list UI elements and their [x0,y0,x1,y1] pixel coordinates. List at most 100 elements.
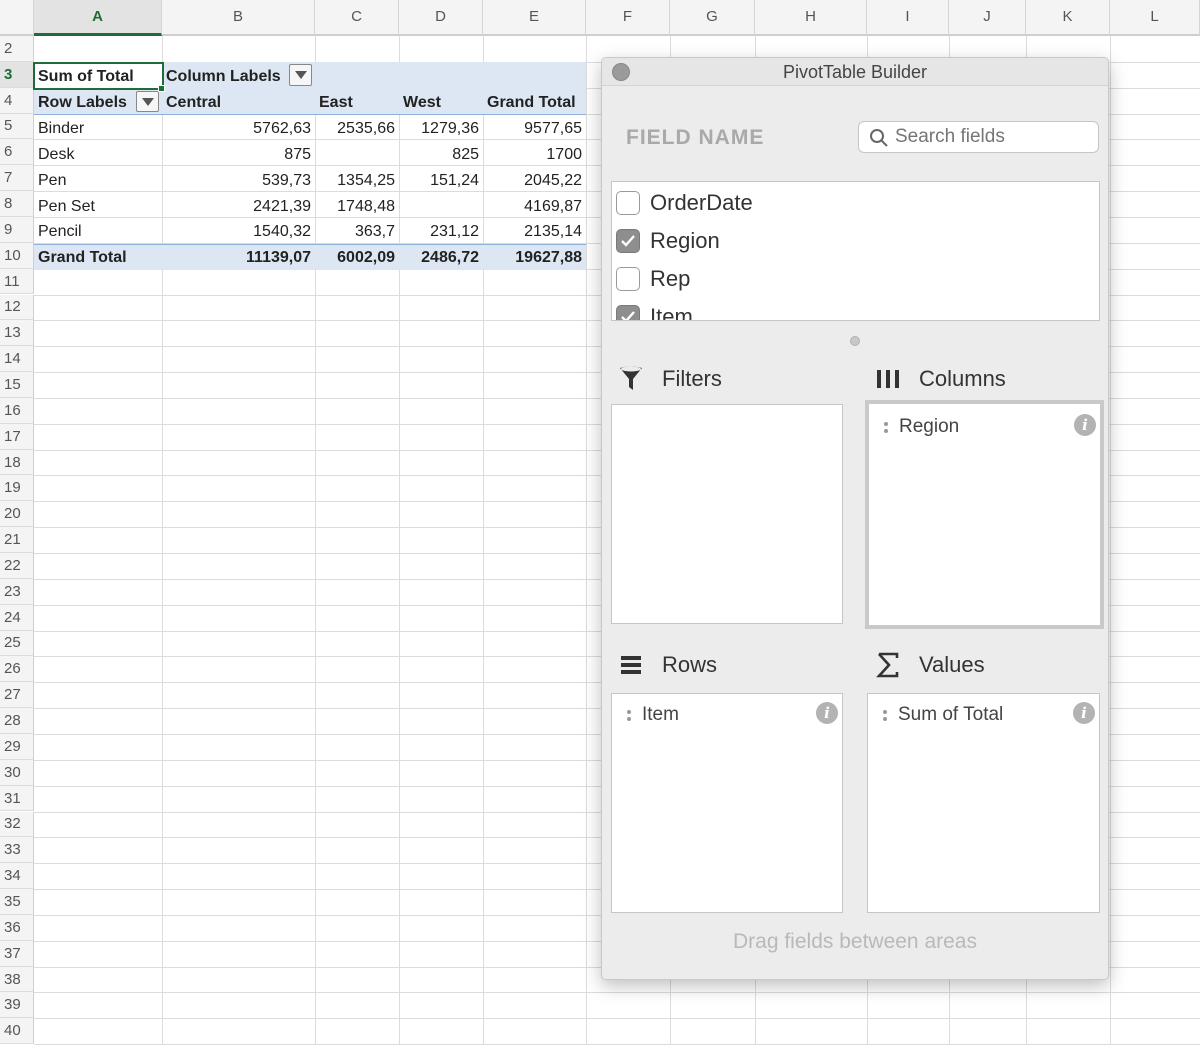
pivot-row-value[interactable]: 1700 [483,142,586,167]
column-header-g[interactable]: G [670,0,755,36]
pivot-header-grand-total[interactable]: Grand Total [483,90,586,115]
pivot-row-value[interactable]: 539,73 [162,168,315,193]
pivot-row-label[interactable]: Pencil [34,219,162,244]
pivot-row-label[interactable]: Pen Set [34,194,162,219]
pivot-row-value[interactable] [315,142,399,167]
pivot-grand-total-label[interactable]: Grand Total [34,245,162,270]
pivot-header-east[interactable]: East [315,90,395,115]
field-checkbox[interactable] [616,267,640,291]
column-labels-filter-button[interactable] [289,64,312,86]
row-header-26[interactable]: 26 [0,656,34,683]
pivot-row-value[interactable]: 363,7 [315,219,399,244]
pivot-row-value[interactable]: 5762,63 [162,116,315,141]
filters-drop-area[interactable] [611,404,843,624]
panel-titlebar[interactable]: PivotTable Builder [602,58,1108,86]
row-header-18[interactable]: 18 [0,449,34,476]
pivot-row-value[interactable]: 9577,65 [483,116,586,141]
pivot-row-value[interactable]: 1540,32 [162,219,315,244]
row-header-9[interactable]: 9 [0,216,34,243]
field-item-region[interactable]: Region [616,224,720,258]
field-list[interactable]: OrderDate Region Rep Item [611,181,1100,321]
rows-drop-area[interactable]: Item i [611,693,843,913]
row-header-10[interactable]: 10 [0,242,34,269]
field-checkbox[interactable] [616,229,640,253]
pivot-row-value[interactable]: 2135,14 [483,219,586,244]
column-header-e[interactable]: E [483,0,586,36]
pivot-header-central[interactable]: Central [162,90,312,115]
row-header-24[interactable]: 24 [0,604,34,631]
field-item-orderdate[interactable]: OrderDate [616,186,753,220]
row-header-35[interactable]: 35 [0,889,34,915]
row-header-13[interactable]: 13 [0,320,34,347]
columns-drop-area[interactable]: Region i [865,400,1104,629]
pivot-grand-total-value[interactable]: 6002,09 [315,245,399,270]
pivot-row-value[interactable]: 4169,87 [483,194,586,219]
drag-handle-icon[interactable] [879,421,893,433]
pivot-row-value[interactable]: 875 [162,142,315,167]
row-header-5[interactable]: 5 [0,113,34,140]
row-header-33[interactable]: 33 [0,837,34,864]
select-all-corner[interactable] [0,0,34,36]
pivot-row-value[interactable]: 1748,48 [315,194,399,219]
column-header-l[interactable]: L [1110,0,1200,36]
field-item-item[interactable]: Item [616,300,693,320]
pivot-row-value[interactable]: 231,12 [399,219,483,244]
row-header-22[interactable]: 22 [0,553,34,579]
row-header-27[interactable]: 27 [0,682,34,709]
field-checkbox[interactable] [616,305,640,320]
drag-handle-icon[interactable] [878,709,892,721]
pivot-row-value[interactable]: 1354,25 [315,168,399,193]
row-header-16[interactable]: 16 [0,397,34,424]
row-header-28[interactable]: 28 [0,708,34,734]
pivot-row-label[interactable]: Pen [34,168,162,193]
pivot-row-value[interactable]: 1279,36 [399,116,483,141]
pivot-row-labels[interactable]: Row Labels [34,90,139,115]
info-icon[interactable]: i [1074,414,1096,436]
pivot-grand-total-value[interactable]: 2486,72 [399,245,483,270]
row-header-31[interactable]: 31 [0,785,34,812]
row-header-40[interactable]: 40 [0,1018,34,1045]
pivot-row-value[interactable]: 2045,22 [483,168,586,193]
column-header-j[interactable]: J [949,0,1026,36]
row-header-11[interactable]: 11 [0,268,34,295]
row-header-32[interactable]: 32 [0,811,34,838]
row-header-30[interactable]: 30 [0,759,34,786]
pivot-column-labels[interactable]: Column Labels [162,64,292,89]
column-header-f[interactable]: F [586,0,670,36]
column-header-k[interactable]: K [1026,0,1110,36]
row-header-6[interactable]: 6 [0,139,34,166]
info-icon[interactable]: i [1073,702,1095,724]
drag-handle-icon[interactable] [622,709,636,721]
rows-field-chip-item[interactable]: Item i [612,702,842,728]
values-field-chip-sum-of-total[interactable]: Sum of Total i [868,702,1099,728]
row-header-3[interactable]: 3 [0,61,34,88]
search-input[interactable] [895,125,1090,149]
row-header-25[interactable]: 25 [0,630,34,657]
row-header-17[interactable]: 17 [0,423,34,450]
row-header-19[interactable]: 19 [0,475,34,502]
values-drop-area[interactable]: Sum of Total i [867,693,1100,913]
pivot-header-west[interactable]: West [399,90,479,115]
row-header-7[interactable]: 7 [0,165,34,192]
columns-field-chip-region[interactable]: Region i [869,414,1100,440]
pivot-row-value[interactable]: 2535,66 [315,116,399,141]
column-header-b[interactable]: B [162,0,315,36]
row-labels-filter-button[interactable] [136,91,159,112]
row-header-4[interactable]: 4 [0,87,34,114]
pivot-row-label[interactable]: Desk [34,142,162,167]
column-header-a[interactable]: A [34,0,162,36]
pivot-row-label[interactable]: Binder [34,116,162,141]
pivottable-builder-panel[interactable]: PivotTable Builder FIELD NAME OrderDate R… [601,57,1109,980]
column-header-c[interactable]: C [315,0,399,36]
row-header-39[interactable]: 39 [0,992,34,1019]
pivot-grand-total-value[interactable]: 11139,07 [162,245,315,270]
field-item-rep[interactable]: Rep [616,262,690,296]
row-header-2[interactable]: 2 [0,36,34,62]
column-header-d[interactable]: D [399,0,483,36]
row-header-36[interactable]: 36 [0,914,34,941]
search-fields-box[interactable] [858,121,1099,153]
row-header-21[interactable]: 21 [0,527,34,553]
row-header-34[interactable]: 34 [0,863,34,890]
row-header-14[interactable]: 14 [0,346,34,373]
row-header-8[interactable]: 8 [0,191,34,217]
